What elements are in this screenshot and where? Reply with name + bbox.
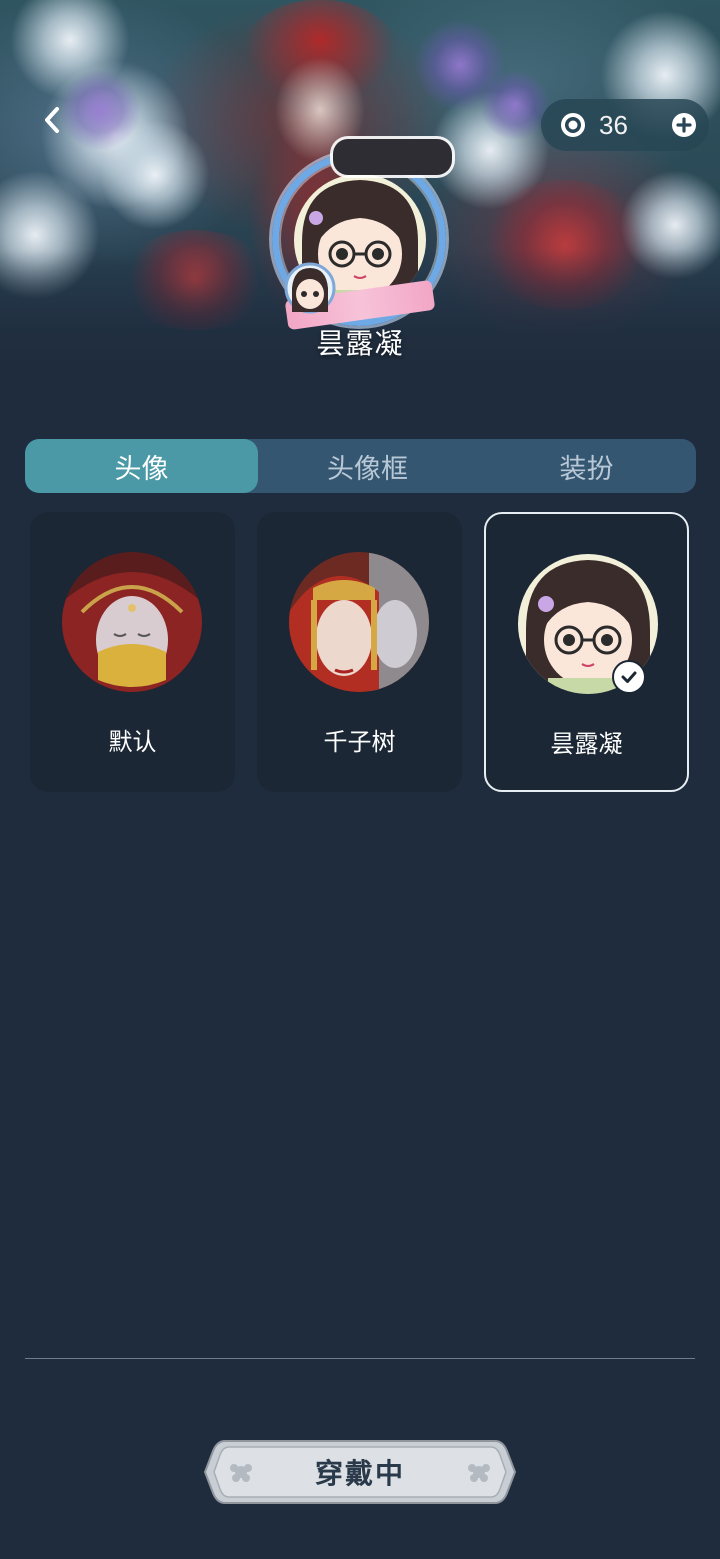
wearing-button-label: 穿戴中 (314, 1457, 405, 1490)
coin-value: 36 (599, 109, 628, 140)
footer-divider (25, 1358, 695, 1359)
avatar-label: 昙露凝 (550, 730, 623, 758)
current-avatar-frame (268, 130, 455, 331)
mini-avatar-decoration (284, 262, 336, 314)
plus-icon[interactable] (671, 112, 697, 138)
tab-avatar-frame[interactable]: 头像框 (258, 439, 477, 493)
avatar-card-qianzishu[interactable]: 千子树 (257, 512, 462, 792)
avatar-label: 默认 (108, 728, 157, 756)
selected-check-icon (612, 660, 646, 694)
back-button[interactable] (36, 104, 68, 136)
frame-title-logo (330, 136, 455, 178)
avatar-label: 千子树 (323, 728, 396, 756)
avatar-thumbnail (289, 552, 429, 692)
avatar-grid: 默认 千子树 昙露凝 (30, 512, 690, 792)
tab-avatar[interactable]: 头像 (25, 439, 258, 493)
coin-icon (561, 113, 585, 137)
avatar-card-default[interactable]: 默认 (30, 512, 235, 792)
avatar-card-tanluning[interactable]: 昙露凝 (484, 512, 689, 792)
chevron-left-icon (45, 107, 59, 133)
avatar-thumbnail (62, 552, 202, 692)
tab-bar: 头像 头像框 装扮 (25, 439, 696, 493)
profile-name: 昙露凝 (316, 327, 404, 360)
tab-outfit[interactable]: 装扮 (477, 439, 696, 493)
coin-balance: 36 (541, 99, 709, 151)
wearing-button[interactable]: 穿戴中 (203, 1437, 517, 1507)
